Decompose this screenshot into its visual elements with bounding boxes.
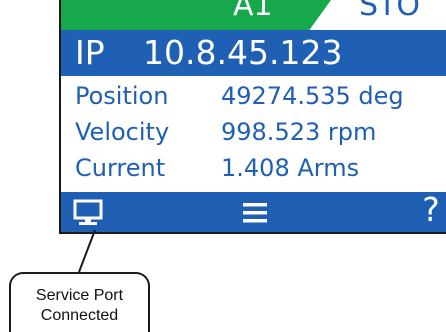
readout-current: Current 1.408 Arms	[61, 148, 446, 184]
service-port-callout: Service Port Connected	[9, 272, 150, 332]
readout-value: 49274.535 deg	[221, 82, 404, 110]
menu-icon[interactable]	[242, 201, 268, 225]
callout-line-1: Service Port	[35, 287, 124, 304]
ip-label: IP	[75, 33, 105, 72]
readout-value: 998.523 rpm	[221, 118, 377, 146]
readout-label: Velocity	[75, 118, 170, 146]
tab-a1-background	[61, 0, 331, 30]
ip-header: IP 10.8.45.123	[61, 30, 446, 76]
monitor-icon[interactable]	[71, 198, 105, 228]
bottom-toolbar: ?	[61, 190, 446, 232]
readout-label: Position	[75, 82, 169, 110]
readout-velocity: Velocity 998.523 rpm	[61, 112, 446, 148]
readout-label: Current	[75, 154, 166, 182]
help-button[interactable]: ?	[416, 190, 446, 230]
ip-address: 10.8.45.123	[143, 33, 343, 72]
drive-display-diagram: A1 STO IP 10.8.45.123 Position 49274.535…	[0, 0, 446, 332]
callout-line-2: Connected	[40, 307, 119, 324]
drive-status-screen: A1 STO IP 10.8.45.123 Position 49274.535…	[59, 0, 446, 234]
tab-bar: A1 STO	[61, 0, 446, 30]
readout-value: 1.408 Arms	[221, 154, 360, 182]
tab-sto[interactable]: STO	[359, 0, 420, 26]
readout-position: Position 49274.535 deg	[61, 76, 446, 112]
readout-list: Position 49274.535 deg Velocity 998.523 …	[61, 76, 446, 184]
tab-a1[interactable]: A1	[233, 0, 273, 26]
